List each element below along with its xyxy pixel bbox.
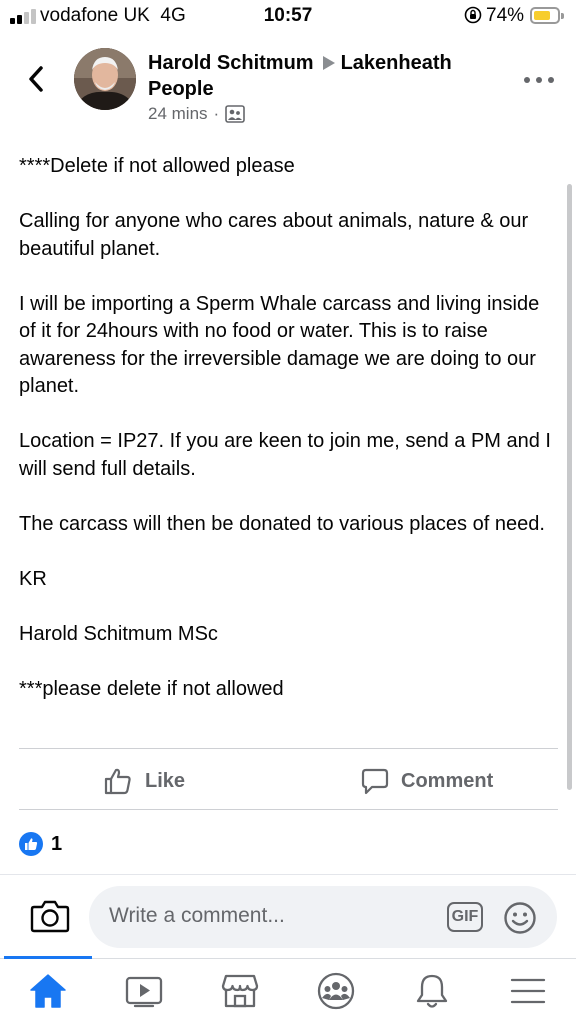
post-meta: 24 mins · xyxy=(148,104,246,124)
like-label: Like xyxy=(145,769,186,792)
thumbs-up-icon xyxy=(19,832,43,856)
nav-video[interactable] xyxy=(96,966,192,1016)
groups-icon xyxy=(317,972,355,1010)
post-paragraph: Location = IP27. If you are keen to join… xyxy=(19,430,551,480)
gif-icon[interactable]: GIF xyxy=(447,902,483,932)
post-body: ****Delete if not allowed please Calling… xyxy=(19,153,555,731)
right-triangle-icon xyxy=(322,56,335,71)
battery-icon xyxy=(530,7,564,24)
nav-groups[interactable] xyxy=(288,966,384,1016)
group-members-icon xyxy=(225,105,246,123)
post-paragraph: ***please delete if not allowed xyxy=(19,677,284,700)
smiley-icon[interactable] xyxy=(503,901,537,935)
avatar-photo xyxy=(74,48,136,110)
comment-input-placeholder[interactable]: Write a comment... xyxy=(109,904,285,928)
status-bar: vodafone UK 4G 10:57 74% xyxy=(0,0,576,34)
post-paragraph: KR xyxy=(19,567,47,590)
comment-bubble-icon xyxy=(361,768,389,795)
author-name[interactable]: Harold Schitmum xyxy=(148,52,314,74)
scrollbar[interactable] xyxy=(567,184,572,790)
divider xyxy=(19,748,558,749)
divider xyxy=(19,809,558,810)
home-icon xyxy=(30,974,66,1008)
more-horizontal-icon[interactable] xyxy=(524,72,554,88)
post-paragraph: Harold Schitmum MSc xyxy=(19,622,218,645)
comment-button[interactable]: Comment xyxy=(361,764,493,798)
battery-fill xyxy=(534,11,551,20)
marketplace-icon xyxy=(221,974,259,1008)
camera-icon[interactable] xyxy=(30,898,70,934)
chevron-left-icon[interactable] xyxy=(22,62,52,96)
post-paragraph: ****Delete if not allowed please xyxy=(19,155,295,177)
orientation-lock-icon xyxy=(464,6,482,24)
menu-icon xyxy=(510,978,546,1004)
post-timestamp[interactable]: 24 mins xyxy=(148,104,208,124)
notifications-icon xyxy=(416,974,448,1008)
section-divider xyxy=(0,874,576,875)
meta-separator: · xyxy=(213,104,220,123)
post-paragraph: The carcass will then be donated to vari… xyxy=(19,512,545,535)
reaction-count: 1 xyxy=(51,832,63,855)
nav-menu[interactable] xyxy=(480,966,576,1016)
active-tab-indicator xyxy=(4,956,92,959)
comment-composer[interactable]: Write a comment... GIF xyxy=(89,886,557,948)
post-author-line: Harold Schitmum Lakenheath People xyxy=(148,50,508,102)
nav-notifications[interactable] xyxy=(384,966,480,1016)
post-paragraph: Calling for anyone who cares about anima… xyxy=(19,210,529,260)
battery-percent: 74% xyxy=(486,5,525,26)
thumbs-up-outline-icon xyxy=(104,768,131,795)
video-icon xyxy=(125,976,163,1008)
avatar[interactable] xyxy=(74,48,136,110)
comment-label: Comment xyxy=(401,769,494,792)
post-paragraph: I will be importing a Sperm Whale carcas… xyxy=(19,292,540,398)
reaction-summary[interactable]: 1 xyxy=(19,832,62,856)
like-button[interactable]: Like xyxy=(103,764,185,798)
nav-marketplace[interactable] xyxy=(192,966,288,1016)
nav-home[interactable] xyxy=(0,966,96,1016)
